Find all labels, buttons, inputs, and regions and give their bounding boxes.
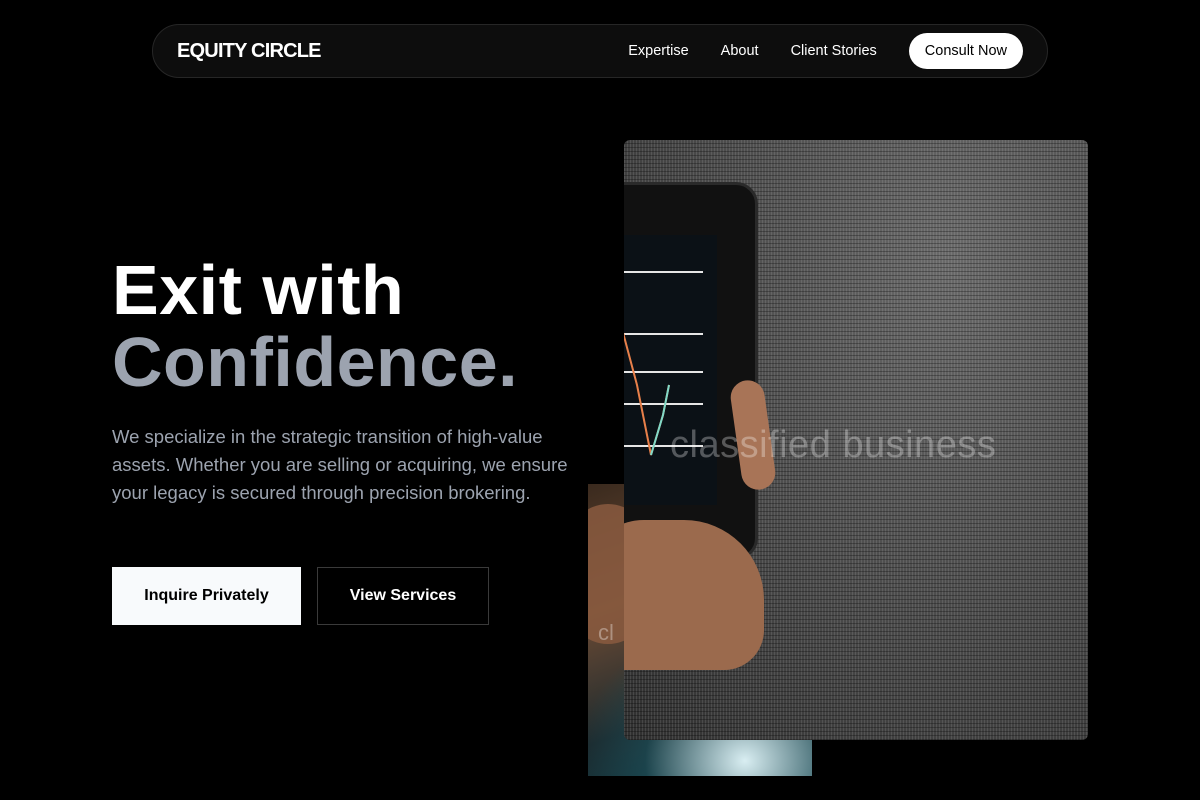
image-watermark: cl <box>598 620 614 645</box>
image-watermark: classified business <box>670 424 997 466</box>
nav-link-expertise[interactable]: Expertise <box>628 43 688 59</box>
brand-logo[interactable]: EQUITY CIRCLE <box>177 40 322 63</box>
headline-line-2: Confidence. <box>112 323 519 401</box>
consult-now-button[interactable]: Consult Now <box>908 33 1023 69</box>
nav-link-about[interactable]: About <box>721 43 759 59</box>
primary-hero-image: classified business <box>624 140 1088 740</box>
hero-description: We specialize in the strategic transitio… <box>112 426 568 503</box>
landing-page: EQUITY CIRCLE Expertise About Client Sto… <box>0 0 1200 800</box>
view-services-button[interactable]: View Services <box>317 567 489 625</box>
hero-headline: Exit with Confidence. <box>112 254 518 398</box>
top-nav: EQUITY CIRCLE Expertise About Client Sto… <box>152 24 1048 78</box>
nav-links: Expertise About Client Stories Consult N… <box>596 33 1023 69</box>
inquire-privately-button[interactable]: Inquire Privately <box>112 567 301 625</box>
phone-graphic <box>624 182 758 560</box>
nav-link-client-stories[interactable]: Client Stories <box>791 43 877 59</box>
headline-line-1: Exit with <box>112 251 405 329</box>
